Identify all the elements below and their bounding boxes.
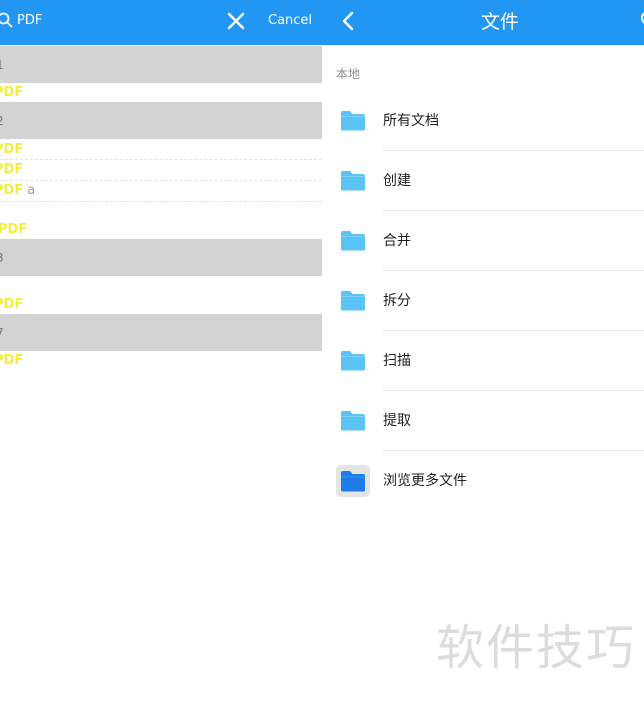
folder-icon [340, 170, 366, 191]
divider [0, 159, 322, 160]
highlight-text: PDF [0, 222, 28, 237]
highlight-text-with-suffix: PDFa [0, 183, 35, 199]
result-number: 3 [0, 251, 4, 265]
folder-label: 拆分 [383, 293, 411, 309]
files-app-icon [336, 465, 370, 497]
folder-item-scan[interactable]: 扫描 [322, 331, 644, 391]
cancel-button[interactable]: Cancel [268, 12, 312, 30]
result-row[interactable]: 2 [0, 102, 322, 139]
files-panel: 文件 本地 所有文档 创建 合并 拆分 扫描 提取 浏览更多文件 [322, 0, 644, 702]
highlight-text: PDF [0, 85, 24, 100]
folder-label: 创建 [383, 173, 411, 189]
folder-icon [340, 110, 366, 131]
highlight-text: PDF [0, 142, 24, 157]
folder-label: 提取 [383, 413, 411, 429]
result-row[interactable]: 3 [0, 239, 322, 276]
search-icon[interactable] [0, 12, 13, 28]
result-row[interactable]: 7 [0, 314, 322, 351]
clear-search-icon[interactable] [226, 11, 246, 31]
highlight-suffix: a [27, 183, 36, 198]
browse-more-files-item[interactable]: 浏览更多文件 [322, 451, 644, 511]
result-number: 7 [0, 326, 4, 340]
folder-item-merge[interactable]: 合并 [322, 211, 644, 271]
result-row[interactable]: 1 [0, 46, 322, 83]
folder-item-extract[interactable]: 提取 [322, 391, 644, 451]
divider [0, 180, 322, 181]
highlight-text: PDF [0, 353, 24, 368]
top-bar: 文件 [322, 0, 644, 45]
folder-icon [340, 410, 366, 431]
highlight-text: PDF [0, 297, 24, 312]
section-label: 本地 [336, 67, 361, 81]
watermark: 软件技巧 [436, 620, 637, 676]
folder-icon [340, 350, 366, 371]
divider [0, 201, 322, 202]
search-bar: PDF Cancel [0, 0, 322, 45]
search-input[interactable]: PDF [17, 12, 42, 30]
search-icon[interactable] [638, 9, 644, 29]
folder-label: 扫描 [383, 353, 411, 369]
folder-label: 合并 [383, 233, 411, 249]
result-number: 1 [0, 58, 4, 72]
folder-label: 所有文档 [383, 113, 439, 129]
folder-icon [340, 230, 366, 251]
highlight-text: PDF [0, 162, 24, 177]
page-title: 文件 [480, 11, 519, 33]
result-number: 2 [0, 114, 4, 128]
folder-icon [340, 290, 366, 311]
highlight-keyword: PDF [0, 183, 24, 198]
search-results-panel: PDF Cancel 1 PDF 2 PDF PDF PDFa PDF 3 PD… [0, 0, 322, 702]
folder-item-create[interactable]: 创建 [322, 151, 644, 211]
folder-item-all-documents[interactable]: 所有文档 [322, 91, 644, 151]
folder-item-split[interactable]: 拆分 [322, 271, 644, 331]
browse-more-label: 浏览更多文件 [383, 473, 467, 489]
